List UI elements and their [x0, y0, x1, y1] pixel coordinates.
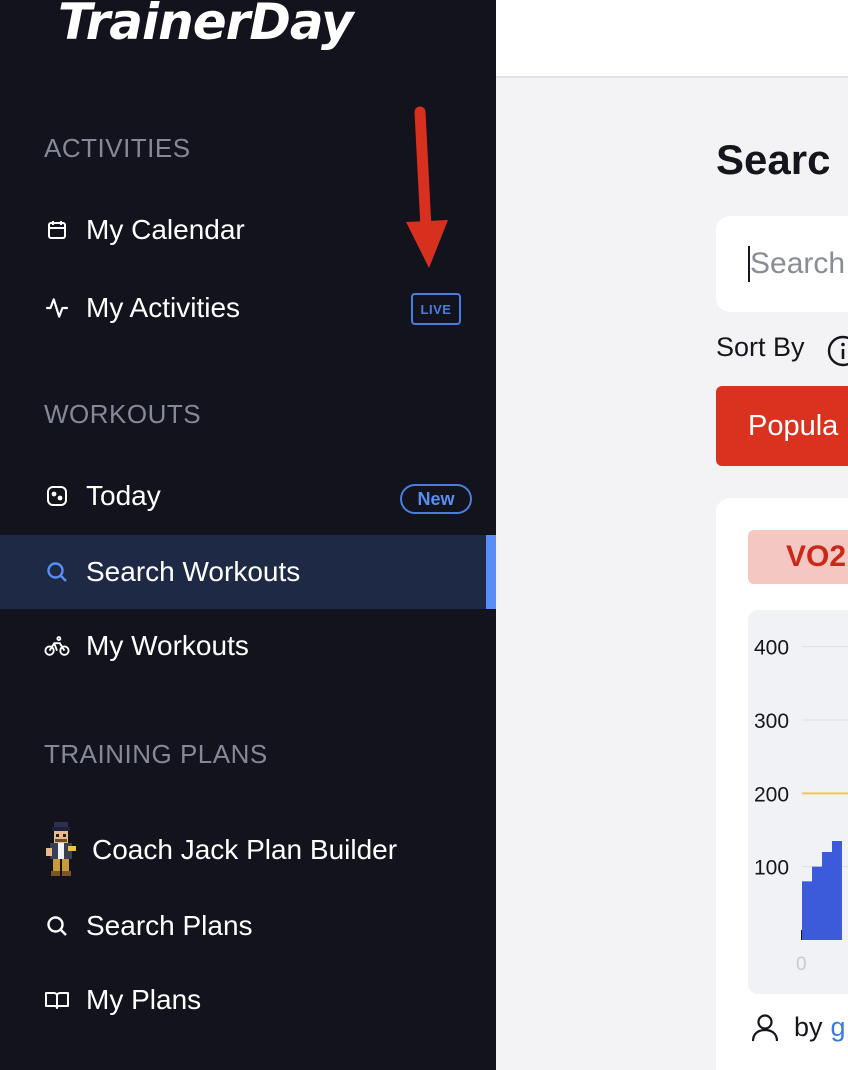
annotation-arrow: [406, 106, 448, 268]
user-icon: [751, 1014, 779, 1042]
sidebar: TrainerDay ACTIVITIES My Calendar My Act…: [0, 0, 496, 1070]
workout-step-bar: [812, 866, 822, 940]
live-badge: LIVE: [411, 293, 461, 325]
author-link[interactable]: g: [831, 1012, 846, 1043]
workout-step-bar: [802, 881, 812, 940]
sort-by-label: Sort By: [716, 332, 805, 362]
workout-type-tag: VO2: [748, 530, 848, 584]
workout-chart: 400 300 200 100 0: [748, 610, 848, 994]
top-bar: [496, 0, 848, 78]
y-tick-label: 200: [754, 783, 789, 806]
workout-step-bar: [822, 852, 832, 940]
main-content: Searc Sort By Popula VO2 400 300 200 100 0 b…: [496, 80, 848, 1070]
workout-step-bar: [832, 841, 842, 940]
y-tick-label: 400: [754, 637, 789, 660]
sidebar-item-label: Today: [86, 480, 161, 511]
sidebar-item-search-plans[interactable]: Search Plans: [0, 889, 496, 963]
activity-pulse-icon: [44, 295, 70, 321]
sidebar-item-coach-jack[interactable]: Coach Jack Plan Builder: [0, 813, 496, 887]
search-box[interactable]: [716, 216, 848, 312]
bicycle-icon: [44, 633, 70, 659]
sidebar-item-search-workouts[interactable]: Search Workouts: [0, 535, 496, 609]
y-tick-label: 100: [754, 857, 789, 880]
active-indicator: [486, 535, 496, 609]
section-title-training-plans: TRAINING PLANS: [44, 739, 268, 769]
sidebar-item-label: Search Plans: [86, 910, 253, 941]
calendar-icon: [44, 217, 70, 243]
search-icon: [44, 913, 70, 939]
byline-by: by: [794, 1011, 823, 1042]
sidebar-item-label: Coach Jack Plan Builder: [92, 834, 398, 865]
sidebar-item-my-plans[interactable]: My Plans: [0, 963, 496, 1037]
search-icon: [44, 559, 70, 585]
sidebar-item-my-workouts[interactable]: My Workouts: [0, 609, 496, 683]
byline: by g: [748, 1010, 846, 1044]
x-tick-label: 0: [796, 954, 807, 975]
workout-card[interactable]: VO2 400 300 200 100 0 by g: [716, 498, 848, 1070]
sort-popular-button[interactable]: Popula: [716, 386, 848, 466]
coach-jack-avatar: [44, 822, 78, 878]
section-title-workouts: WORKOUTS: [44, 399, 202, 429]
info-icon[interactable]: [826, 334, 848, 368]
sidebar-item-label: Search Workouts: [86, 556, 301, 587]
sidebar-item-label: My Workouts: [86, 630, 249, 661]
search-input[interactable]: [750, 244, 848, 284]
page-title: Searc: [716, 136, 831, 183]
book-icon: [44, 987, 70, 1013]
section-title-activities: ACTIVITIES: [44, 133, 191, 163]
new-badge: New: [400, 484, 472, 514]
today-icon: [44, 483, 70, 509]
workout-chart-svg: 400 300 200 100 0: [754, 637, 848, 975]
sidebar-item-label: My Calendar: [86, 214, 245, 245]
sidebar-item-label: My Plans: [86, 984, 202, 1015]
y-tick-label: 300: [754, 710, 789, 733]
sidebar-item-label: My Activities: [86, 292, 241, 323]
trainerday-logo[interactable]: TrainerDay: [58, 0, 354, 50]
